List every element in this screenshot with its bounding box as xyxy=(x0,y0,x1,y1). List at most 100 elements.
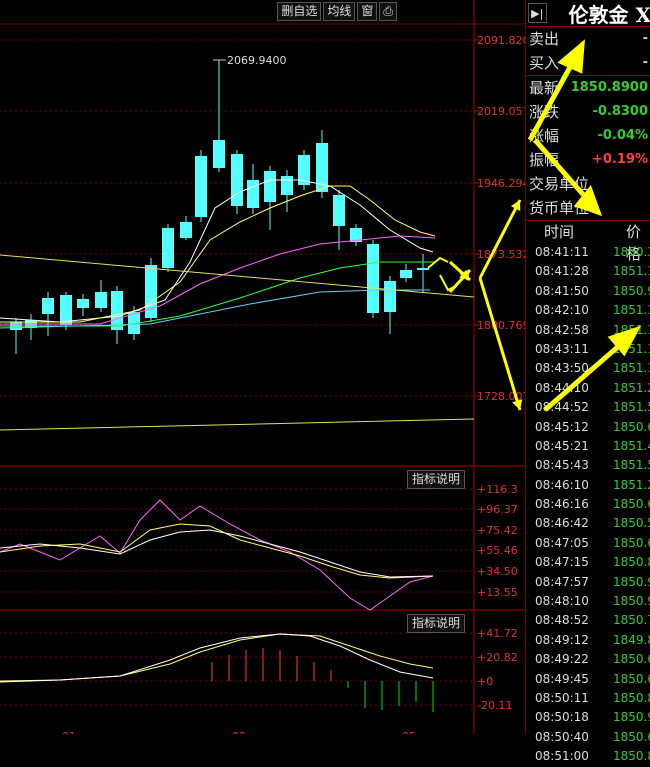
tick-row[interactable]: 08:47:57 1850.9 xyxy=(526,573,650,592)
pct-row: 涨幅 -0.04% xyxy=(526,124,650,148)
tick-time: 08:44:52 xyxy=(535,400,589,415)
last-value: 1850.8900 xyxy=(570,80,648,95)
candle-body-down xyxy=(231,154,243,206)
tick-time: 08:50:18 xyxy=(535,710,589,725)
tick-price: 1850.7 xyxy=(613,613,650,628)
tick-row[interactable]: 08:45:21 1851.4 xyxy=(526,437,650,456)
ma-toggle-button[interactable]: 均线 xyxy=(323,2,356,21)
indicator2-tick-label: +0 xyxy=(477,675,493,688)
tick-time: 08:45:12 xyxy=(535,419,589,434)
tick-row[interactable]: 08:41:11 1850.3 xyxy=(526,243,650,262)
candle-body-down xyxy=(180,222,192,238)
candle-body-down xyxy=(281,176,293,195)
x-axis-label: 02 xyxy=(232,730,246,734)
unit-row: 交易单位 xyxy=(526,172,650,196)
tick-price: 1851.5 xyxy=(613,400,650,415)
tick-price: 1849.8 xyxy=(613,632,650,647)
tick-row[interactable]: 08:49:45 1850.6 xyxy=(526,670,650,689)
candle-body-down xyxy=(195,156,207,217)
candle-body-down xyxy=(264,171,276,202)
candle-body-down xyxy=(42,298,54,314)
annotation-arrow xyxy=(478,199,522,279)
tick-row[interactable]: 08:49:22 1850.6 xyxy=(526,650,650,669)
indicator2-help-button[interactable]: 指标说明 xyxy=(406,614,465,633)
tick-row[interactable]: 08:46:10 1851.2 xyxy=(526,476,650,495)
tick-time: 08:50:11 xyxy=(535,690,589,705)
tick-row[interactable]: 08:47:05 1850.6 xyxy=(526,534,650,553)
tick-row[interactable]: 08:43:11 1851.1 xyxy=(526,340,650,359)
ticks-list[interactable]: 08:41:11 1850.3 08:41:28 1851.1 08:41:50 1850… xyxy=(526,243,650,767)
annotation-mark xyxy=(427,256,449,269)
tick-row[interactable]: 08:50:18 1850.9 xyxy=(526,708,650,727)
tick-time: 08:51:00 xyxy=(535,749,589,764)
tick-row[interactable]: 08:44:52 1851.5 xyxy=(526,398,650,417)
tick-time: 08:46:16 xyxy=(535,497,589,512)
tick-price: 1850.6 xyxy=(613,419,650,434)
trend-line-lower xyxy=(0,418,475,431)
chart-area[interactable]: 2091.820 2019.057 1946.294 1873.532 1800.769… xyxy=(0,0,525,734)
last-label: 最新 xyxy=(529,79,560,97)
printer-icon[interactable]: ⎙ xyxy=(379,2,397,21)
play-icon[interactable]: ▶| xyxy=(528,3,547,23)
tick-time: 08:42:10 xyxy=(535,303,589,318)
tick-row[interactable]: 08:46:42 1850.5 xyxy=(526,514,650,533)
price-tick-label: 1800.769 xyxy=(477,319,525,332)
quote-panel: ▶| 伦敦金 X 卖出 - 买入 - 最新 1850.8900 涨跌 -0.83… xyxy=(525,0,650,763)
tick-price: 1850.8 xyxy=(613,555,650,570)
tick-row[interactable]: 08:45:43 1851.5 xyxy=(526,456,650,475)
tick-time: 08:48:52 xyxy=(535,613,589,628)
window-button[interactable]: 窗 xyxy=(357,2,378,21)
tick-price: 1850.9 xyxy=(613,594,650,609)
tick-row[interactable]: 08:44:10 1851.2 xyxy=(526,379,650,398)
tick-row[interactable]: 08:45:12 1850.6 xyxy=(526,418,650,437)
tick-row[interactable]: 08:50:40 1850.6 xyxy=(526,728,650,747)
candle-body-down xyxy=(384,281,396,312)
tick-row[interactable]: 08:46:16 1850.6 xyxy=(526,495,650,514)
indicator2-tick-label: -20.11 xyxy=(477,699,512,712)
tick-time: 08:46:42 xyxy=(535,516,589,531)
annotation-mark xyxy=(439,274,457,292)
tick-row[interactable]: 08:49:12 1849.8 xyxy=(526,631,650,650)
sell-row: 卖出 - xyxy=(526,27,650,51)
tick-row[interactable]: 08:48:10 1850.9 xyxy=(526,592,650,611)
buy-row: 买入 - xyxy=(526,51,650,76)
tick-row[interactable]: 08:48:52 1850.7 xyxy=(526,611,650,630)
indicator1-tick-label: +75.42 xyxy=(477,524,518,537)
tick-price: 1850.9 xyxy=(613,710,650,725)
tick-row[interactable]: 08:42:10 1851.1 xyxy=(526,301,650,320)
pct-label: 涨幅 xyxy=(529,127,560,145)
indicator1-tick-label: +116.3 xyxy=(477,483,518,496)
tick-price: 1851.5 xyxy=(613,458,650,473)
tick-time: 08:47:57 xyxy=(535,574,589,589)
tick-row[interactable]: 08:50:11 1850.8 xyxy=(526,689,650,708)
currency-label: 货币单位 xyxy=(529,199,590,217)
tick-time: 08:42:58 xyxy=(535,322,589,337)
tick-time: 08:45:43 xyxy=(535,458,589,473)
tick-time: 08:48:10 xyxy=(535,594,589,609)
currency-row: 货币单位 xyxy=(526,196,650,221)
indicator1-help-button[interactable]: 指标说明 xyxy=(406,470,465,489)
tick-time: 08:41:11 xyxy=(535,245,589,259)
sell-value: - xyxy=(642,31,648,46)
remove-favorite-button[interactable]: 删自选 xyxy=(277,2,322,21)
high-annotation-label: 2069.9400 xyxy=(227,54,287,67)
indicator1-line-k xyxy=(0,499,434,611)
tick-row[interactable]: 08:42:58 1851.1 xyxy=(526,321,650,340)
tick-row[interactable]: 08:51:00 1850.8 xyxy=(526,747,650,766)
tick-time: 08:49:45 xyxy=(535,671,589,686)
tick-price: 1850.6 xyxy=(613,671,650,686)
chart-toolbar: 删自选 均线 窗 ⎙ xyxy=(277,2,397,21)
candle-body-down xyxy=(95,292,107,308)
tick-row[interactable]: 08:43:50 1851.1 xyxy=(526,359,650,378)
tick-row[interactable]: 08:41:50 1850.9 xyxy=(526,282,650,301)
amp-label: 振幅 xyxy=(529,151,560,169)
time-header: 时间 xyxy=(544,223,575,241)
indicator1-tick-label: +34.50 xyxy=(477,565,518,578)
tick-price: 1850.3 xyxy=(613,245,650,259)
tick-price: 1850.8 xyxy=(613,690,650,705)
tick-price: 1850.9 xyxy=(613,574,650,589)
indicator1-tick-label: +55.46 xyxy=(477,544,518,557)
tick-row[interactable]: 08:47:15 1850.8 xyxy=(526,553,650,572)
candle-body-down xyxy=(247,180,259,208)
tick-row[interactable]: 08:41:28 1851.1 xyxy=(526,262,650,281)
